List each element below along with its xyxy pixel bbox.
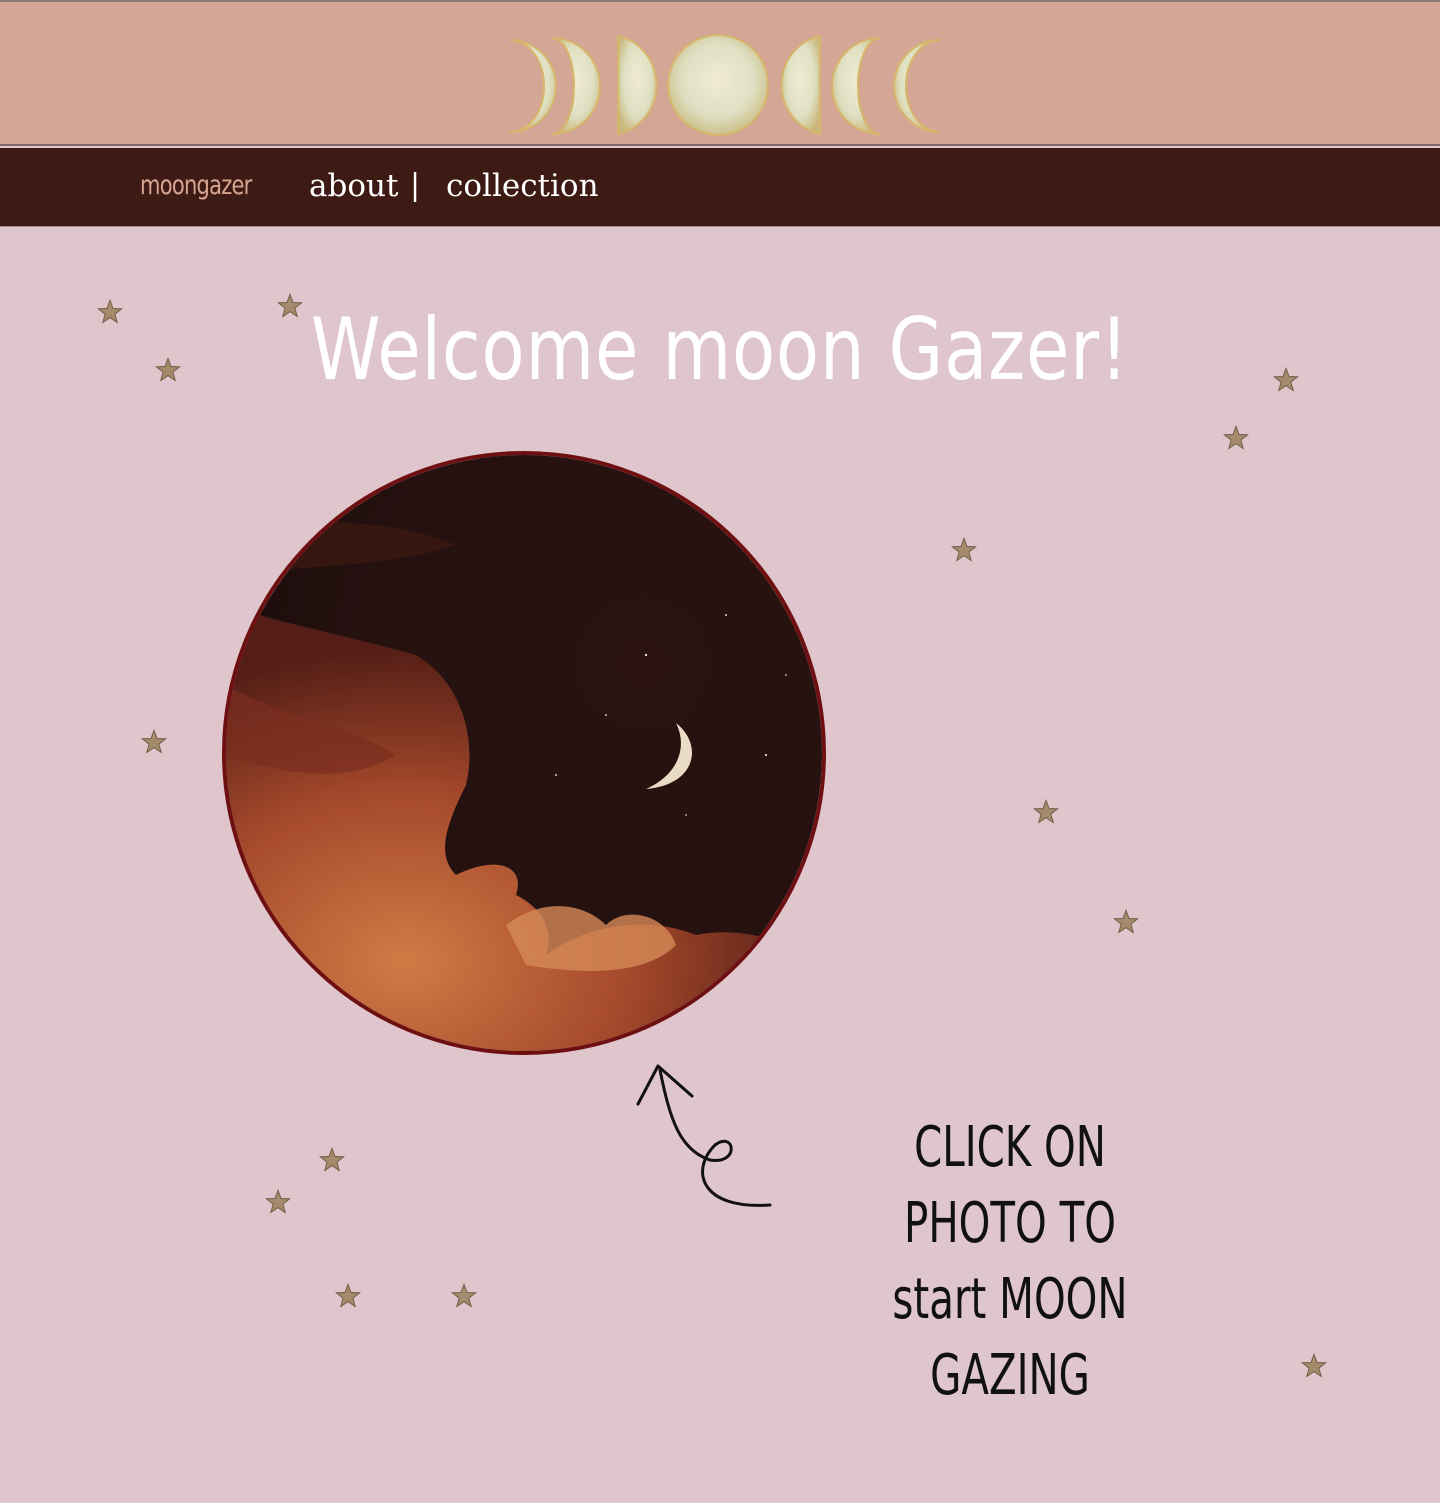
star-icon [451, 1282, 477, 1308]
star-icon [97, 298, 123, 324]
top-banner [0, 0, 1440, 146]
star-icon [277, 292, 303, 318]
curly-arrow-icon [636, 1064, 772, 1207]
nav-link-collection[interactable]: collection [446, 168, 599, 204]
nav-separator: | [410, 168, 421, 203]
moon-phases-icon [509, 34, 941, 136]
star-icon [1273, 366, 1299, 392]
star-icon [335, 1282, 361, 1308]
star-icon [1033, 798, 1059, 824]
nav-link-about[interactable]: about [309, 168, 398, 204]
brand-link[interactable]: moongazer [140, 170, 252, 201]
star-icon [1223, 424, 1249, 450]
crescent-moon-night-sky-photo [226, 455, 822, 1051]
moon-photo-button[interactable] [222, 451, 826, 1055]
star-icon [1113, 908, 1139, 934]
star-icon [155, 356, 181, 382]
star-icon [951, 536, 977, 562]
page-title: Welcome moon Gazer! [310, 300, 1130, 400]
hint-line-2: start MOON GAZING [892, 1267, 1128, 1408]
hint-line-1: CLICK ON PHOTO TO [904, 1115, 1116, 1256]
star-icon [1301, 1352, 1327, 1378]
star-icon [141, 728, 167, 754]
navbar: moongazer about | collection [0, 148, 1440, 227]
star-icon [319, 1146, 345, 1172]
star-icon [265, 1188, 291, 1214]
hint-text: CLICK ON PHOTO TO start MOON GAZING [844, 1110, 1175, 1414]
